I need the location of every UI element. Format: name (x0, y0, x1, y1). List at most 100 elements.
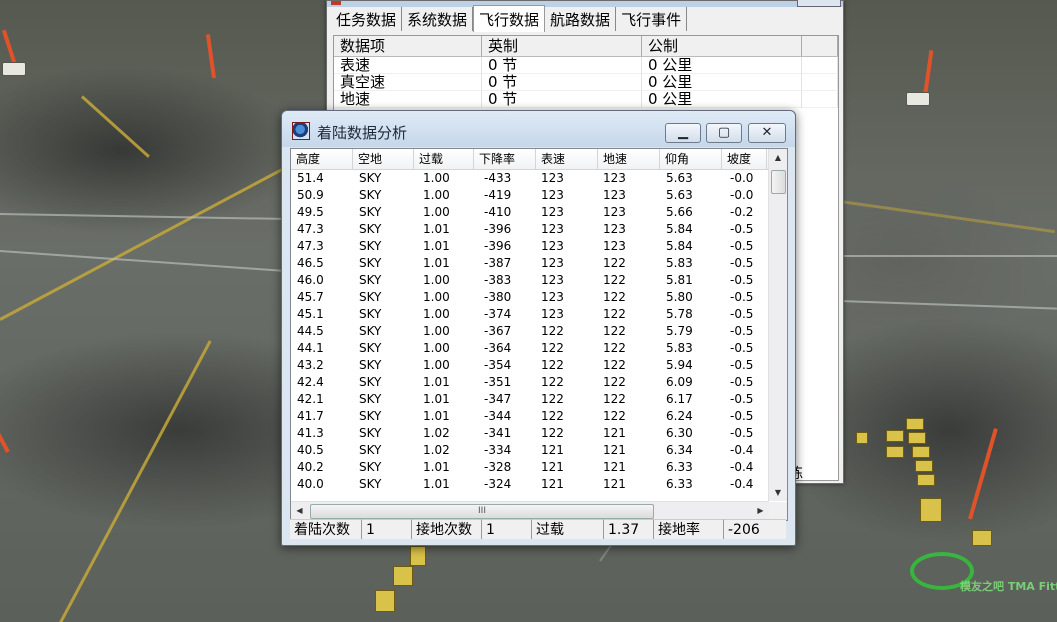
table-row[interactable]: 表速 0 节 0 公里 (334, 57, 838, 74)
cell-descent-rate: -380 (484, 290, 512, 304)
list-item[interactable]: 49.5 SKY 1.00 -410 123 123 5.66 -0.2 (291, 204, 767, 221)
list-item[interactable]: 46.5 SKY 1.01 -387 123 122 5.83 -0.5 (291, 255, 767, 272)
close-button[interactable]: ✕ (748, 123, 786, 143)
cell-air-ground: SKY (359, 426, 382, 440)
column-header-gload[interactable]: 过载 (414, 149, 474, 169)
column-header-descent-rate[interactable]: 下降率 (474, 149, 536, 169)
cell-ias: 122 (541, 409, 564, 423)
column-header-item[interactable]: 数据项 (334, 36, 482, 56)
cell-altitude: 50.9 (297, 188, 324, 202)
cell-air-ground: SKY (359, 256, 382, 270)
cell-descent-rate: -396 (484, 222, 512, 236)
list-item[interactable]: 47.3 SKY 1.01 -396 123 123 5.84 -0.5 (291, 221, 767, 238)
column-header-ias[interactable]: 表速 (536, 149, 598, 169)
close-icon[interactable] (331, 1, 341, 5)
list-item[interactable]: 47.3 SKY 1.01 -396 123 123 5.84 -0.5 (291, 238, 767, 255)
horizontal-scrollbar[interactable]: ◀ III ▶ (291, 501, 769, 520)
cell-gload: 1.00 (423, 341, 450, 355)
cell-pitch: 6.30 (666, 426, 693, 440)
tab-flight-data[interactable]: 飞行数据 (473, 5, 546, 32)
cell-ias: 123 (541, 188, 564, 202)
gload-value: 1.37 (604, 519, 654, 539)
list-body: 51.4 SKY 1.00 -433 123 123 5.63 -0.0 50.9 SKY 1.00… (291, 170, 767, 493)
table-row[interactable]: 地速 0 节 0 公里 (334, 91, 838, 108)
list-item[interactable]: 44.5 SKY 1.00 -367 122 122 5.79 -0.5 (291, 323, 767, 340)
scroll-right-icon[interactable]: ▶ (752, 502, 769, 520)
scroll-down-icon[interactable]: ▼ (769, 484, 787, 501)
cell-descent-rate: -324 (484, 477, 512, 491)
cell-descent-rate: -328 (484, 460, 512, 474)
cell-ias: 122 (541, 392, 564, 406)
list-item[interactable]: 42.4 SKY 1.01 -351 122 122 6.09 -0.5 (291, 374, 767, 391)
tab-route-data[interactable]: 航路数据 (545, 7, 617, 31)
cell-altitude: 46.5 (297, 256, 324, 270)
cell-gload: 1.01 (423, 222, 450, 236)
column-header-ground-speed[interactable]: 地速 (598, 149, 660, 169)
tab-mission-data[interactable]: 任务数据 (331, 7, 403, 31)
gload-label: 过载 (532, 519, 604, 539)
cell-altitude: 41.3 (297, 426, 324, 440)
cell-ground-speed: 121 (603, 460, 626, 474)
cell-ground-speed: 122 (603, 358, 626, 372)
cell-bank: -0.4 (730, 460, 754, 474)
list-item[interactable]: 41.3 SKY 1.02 -341 122 121 6.30 -0.5 (291, 425, 767, 442)
cell-air-ground: SKY (359, 307, 382, 321)
cell-gload: 1.00 (423, 171, 450, 185)
cell-ias: 122 (541, 375, 564, 389)
list-item[interactable]: 41.7 SKY 1.01 -344 122 122 6.24 -0.5 (291, 408, 767, 425)
close-button[interactable] (797, 0, 841, 7)
cell-pitch: 5.63 (666, 171, 693, 185)
cell-pitch: 6.24 (666, 409, 693, 423)
list-item[interactable]: 45.1 SKY 1.00 -374 123 122 5.78 -0.5 (291, 306, 767, 323)
column-header-bank[interactable]: 坡度 (722, 149, 767, 169)
cell-pitch: 6.34 (666, 443, 693, 457)
list-item[interactable]: 42.1 SKY 1.01 -347 122 122 6.17 -0.5 (291, 391, 767, 408)
column-header-air-ground[interactable]: 空地 (353, 149, 414, 169)
column-header-altitude[interactable]: 高度 (291, 149, 353, 169)
column-header-pitch[interactable]: 仰角 (660, 149, 722, 169)
title-bar[interactable]: 着陆数据分析 ▁ ▢ ✕ (282, 111, 795, 147)
list-item[interactable]: 40.5 SKY 1.02 -334 121 121 6.34 -0.4 (291, 442, 767, 459)
vertical-scrollbar[interactable]: ▲ ▼ (768, 149, 787, 501)
list-item[interactable]: 46.0 SKY 1.00 -383 123 122 5.81 -0.5 (291, 272, 767, 289)
cell-pitch: 5.79 (666, 324, 693, 338)
scroll-thumb-horizontal[interactable]: III (310, 504, 654, 519)
landing-data-list[interactable]: 高度 空地 过载 下降率 表速 地速 仰角 坡度 51.4 SKY 1.00 -433… (290, 148, 788, 521)
scroll-left-icon[interactable]: ◀ (291, 502, 308, 520)
cell-altitude: 42.4 (297, 375, 324, 389)
light-pole (0, 413, 10, 453)
cell-bank: -0.0 (730, 188, 754, 202)
minimize-button[interactable]: ▁ (665, 123, 701, 143)
table-row[interactable]: 真空速 0 节 0 公里 (334, 74, 838, 91)
list-item[interactable]: 40.2 SKY 1.01 -328 121 121 6.33 -0.4 (291, 459, 767, 476)
cell-pitch: 5.84 (666, 222, 693, 236)
list-item[interactable]: 43.2 SKY 1.00 -354 122 122 5.94 -0.5 (291, 357, 767, 374)
cell-gload: 1.00 (423, 307, 450, 321)
list-item[interactable]: 51.4 SKY 1.00 -433 123 123 5.63 -0.0 (291, 170, 767, 187)
touch-rate-label: 接地率 (654, 519, 724, 539)
cell-pitch: 5.84 (666, 239, 693, 253)
cell-gload: 1.01 (423, 460, 450, 474)
cell-gload: 1.00 (423, 205, 450, 219)
cell-ground-speed: 122 (603, 409, 626, 423)
maximize-button[interactable]: ▢ (706, 123, 742, 143)
list-item[interactable]: 40.0 SKY 1.01 -324 121 121 6.33 -0.4 (291, 476, 767, 493)
cell-altitude: 40.2 (297, 460, 324, 474)
tab-strip: 任务数据 系统数据 飞行数据 航路数据 飞行事件 (331, 5, 688, 32)
tab-system-data[interactable]: 系统数据 (402, 7, 474, 31)
scroll-up-icon[interactable]: ▲ (769, 149, 787, 166)
column-header-metric[interactable]: 公制 (642, 36, 802, 56)
cell-gload: 1.01 (423, 477, 450, 491)
cell-item: 地速 (334, 91, 482, 108)
tab-flight-events[interactable]: 飞行事件 (616, 7, 688, 31)
column-header-imperial[interactable]: 英制 (482, 36, 642, 56)
cell-descent-rate: -334 (484, 443, 512, 457)
cell-descent-rate: -347 (484, 392, 512, 406)
scroll-thumb[interactable] (771, 170, 786, 194)
cell-bank: -0.5 (730, 290, 754, 304)
list-item[interactable]: 50.9 SKY 1.00 -419 123 123 5.63 -0.0 (291, 187, 767, 204)
cell-altitude: 41.7 (297, 409, 324, 423)
list-item[interactable]: 45.7 SKY 1.00 -380 123 122 5.80 -0.5 (291, 289, 767, 306)
list-item[interactable]: 44.1 SKY 1.00 -364 122 122 5.83 -0.5 (291, 340, 767, 357)
cell-pitch: 6.33 (666, 477, 693, 491)
